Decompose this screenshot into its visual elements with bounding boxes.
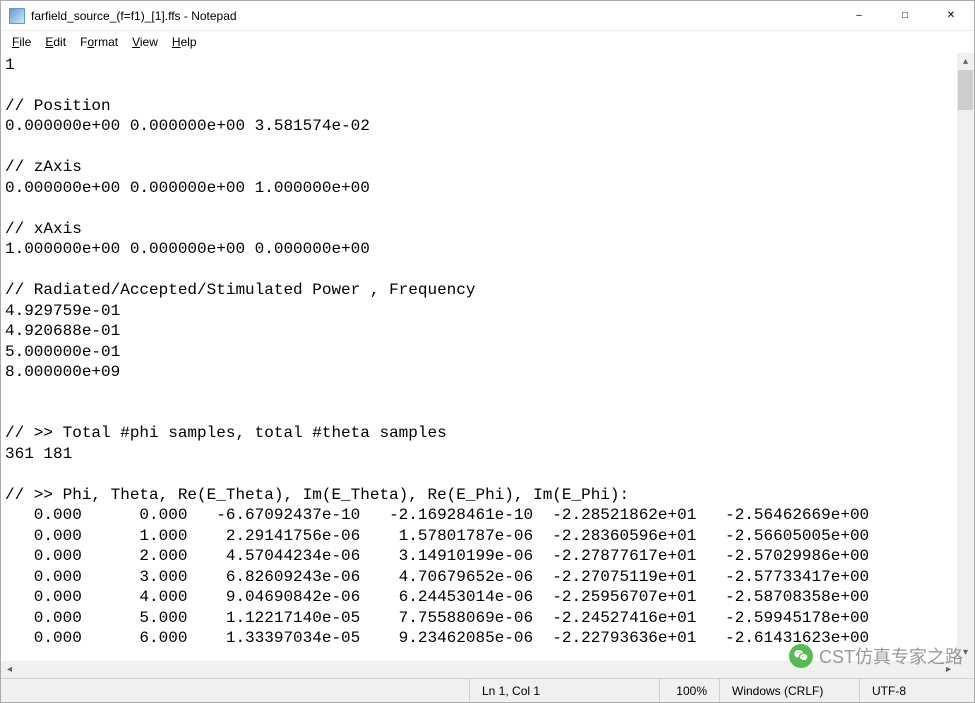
menu-help[interactable]: Help — [165, 33, 204, 51]
editor-area: 1 // Position 0.000000e+00 0.000000e+00 … — [1, 53, 974, 678]
scroll-track[interactable] — [957, 70, 974, 644]
menu-file[interactable]: File — [5, 33, 38, 51]
scrollbar-corner — [957, 661, 974, 678]
status-encoding: UTF-8 — [859, 679, 974, 702]
scroll-left-icon[interactable]: ◂ — [1, 661, 18, 678]
scroll-thumb[interactable] — [958, 70, 973, 110]
menu-view[interactable]: View — [125, 33, 165, 51]
text-content[interactable]: 1 // Position 0.000000e+00 0.000000e+00 … — [1, 53, 957, 661]
scroll-up-icon[interactable]: ▴ — [957, 53, 974, 70]
close-button[interactable]: ✕ — [928, 1, 974, 31]
horizontal-scrollbar[interactable]: ◂ ▸ — [1, 661, 957, 678]
scroll-right-icon[interactable]: ▸ — [940, 661, 957, 678]
status-bar: Ln 1, Col 1 100% Windows (CRLF) UTF-8 — [1, 678, 974, 702]
title-bar[interactable]: farfield_source_(f=f1)_[1].ffs - Notepad… — [1, 1, 974, 31]
status-position: Ln 1, Col 1 — [469, 679, 659, 702]
status-empty — [1, 679, 469, 702]
minimize-button[interactable]: – — [836, 1, 882, 31]
window-title: farfield_source_(f=f1)_[1].ffs - Notepad — [31, 9, 237, 23]
vertical-scrollbar[interactable]: ▴ ▾ — [957, 53, 974, 661]
app-icon — [9, 8, 25, 24]
menu-edit[interactable]: Edit — [38, 33, 73, 51]
scroll-down-icon[interactable]: ▾ — [957, 644, 974, 661]
status-zoom: 100% — [659, 679, 719, 702]
status-line-ending: Windows (CRLF) — [719, 679, 859, 702]
notepad-window: farfield_source_(f=f1)_[1].ffs - Notepad… — [0, 0, 975, 703]
maximize-button[interactable]: □ — [882, 1, 928, 31]
menu-format[interactable]: Format — [73, 33, 125, 51]
menu-bar: File Edit Format View Help — [1, 31, 974, 53]
